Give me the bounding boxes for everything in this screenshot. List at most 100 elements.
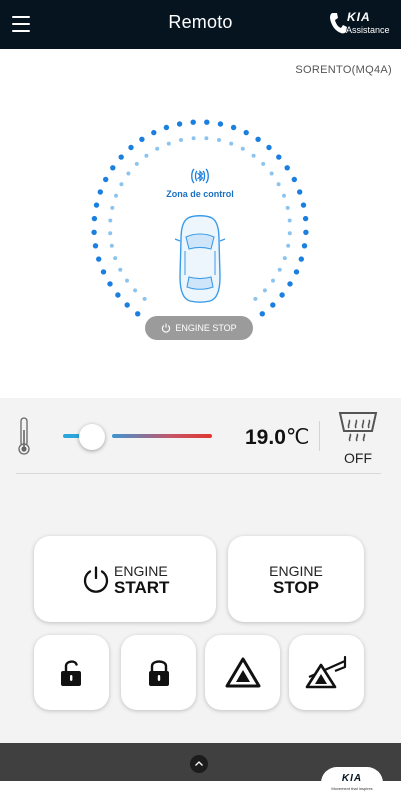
assistance-label: Assistance <box>346 25 390 35</box>
horn-icon <box>305 655 347 689</box>
engine-start-line2: START <box>114 578 170 597</box>
car-topview-icon <box>174 215 226 303</box>
engine-stop-button[interactable]: ENGINE STOP <box>228 536 364 622</box>
zone-dot-outer <box>255 136 261 142</box>
zone-dot-inner <box>126 171 131 176</box>
zone-dot-inner <box>191 136 196 141</box>
zone-dot-outer <box>279 292 285 298</box>
horizontal-divider <box>16 473 381 474</box>
engine-status-text: ENGINE STOP <box>175 323 237 333</box>
zone-dot-inner <box>144 153 149 158</box>
unlock-icon <box>61 660 81 686</box>
zone-dot-outer <box>291 176 297 183</box>
defrost-state: OFF <box>344 450 372 466</box>
zone-dot-outer <box>124 302 130 308</box>
zone-dot-inner <box>166 141 171 146</box>
vertical-divider <box>319 421 320 451</box>
zone-dot-outer <box>135 311 141 317</box>
bluetooth-signal-icon <box>191 168 209 184</box>
zone-dot-outer <box>139 136 145 142</box>
kia-logo-tab: KIA Movement that inspires <box>321 767 383 796</box>
zone-dot-inner <box>114 193 118 198</box>
zone-dot-outer <box>93 202 100 208</box>
temperature-value: 19.0 <box>245 426 286 449</box>
zone-dot-outer <box>91 215 98 222</box>
temperature-unit: ℃ <box>285 426 310 449</box>
kia-logo: KIA <box>341 773 363 784</box>
zone-dot-outer <box>297 189 303 195</box>
zone-dot-inner <box>282 256 287 261</box>
temperature-slider[interactable] <box>60 422 215 450</box>
chevron-up-icon <box>195 761 203 766</box>
zone-dot-outer <box>100 269 107 275</box>
zone-dot-outer <box>301 243 308 249</box>
kia-slogan: Movement that inspires <box>331 786 373 791</box>
zone-dot-inner <box>287 231 292 236</box>
zone-dot-outer <box>204 119 210 125</box>
zone-dot-inner <box>108 218 113 223</box>
control-zone-label: Zona de control <box>166 189 234 199</box>
zone-dot-outer <box>230 124 237 131</box>
zone-dot-outer <box>97 189 104 195</box>
zone-dot-outer <box>107 281 113 287</box>
zone-dot-outer <box>270 302 276 308</box>
zone-dot-inner <box>251 153 256 158</box>
zone-dot-inner <box>240 146 245 151</box>
engine-start-line1: ENGINE <box>114 563 168 579</box>
zone-dot-inner <box>261 161 266 166</box>
zone-dot-outer <box>190 119 196 125</box>
expand-panel-button[interactable] <box>190 755 208 773</box>
zone-dot-outer <box>302 215 309 222</box>
app-header: Remoto KIA Assistance <box>0 0 401 49</box>
horn-and-lights-button[interactable] <box>289 635 364 710</box>
lock-icon <box>149 660 169 686</box>
zone-dot-inner <box>134 161 139 166</box>
zone-dot-outer <box>103 176 109 183</box>
zone-dot-inner <box>204 136 209 141</box>
slider-cold-track <box>63 434 80 438</box>
zone-dot-outer <box>293 269 300 275</box>
zone-dot-outer <box>243 129 249 136</box>
zone-dot-outer <box>276 154 282 160</box>
zone-dot-outer <box>259 311 265 317</box>
zone-dot-inner <box>262 288 267 293</box>
rear-defrost-icon[interactable] <box>336 410 380 442</box>
power-icon <box>83 566 109 593</box>
zone-dot-inner <box>113 256 118 261</box>
zone-dot-inner <box>118 267 123 272</box>
slider-warm-track <box>112 434 212 438</box>
zone-dot-inner <box>217 138 221 142</box>
zone-dot-inner <box>287 218 292 223</box>
kia-assistance-button[interactable]: KIA Assistance <box>329 10 393 40</box>
hazard-icon <box>225 657 261 688</box>
engine-stop-line1: ENGINE <box>269 563 323 579</box>
zone-dot-outer <box>300 202 307 208</box>
engine-start-button[interactable]: ENGINE START <box>34 536 216 622</box>
zone-dot-inner <box>108 231 113 236</box>
engine-stop-line2: STOP <box>273 578 319 597</box>
zone-dot-outer <box>176 121 183 127</box>
zone-dot-inner <box>276 182 281 187</box>
zone-dot-inner <box>133 288 138 293</box>
zone-dot-outer <box>298 256 304 262</box>
lock-button[interactable] <box>121 635 196 710</box>
vehicle-model: SORENTO(MQ4A) <box>295 64 392 76</box>
zone-dot-inner <box>109 243 114 248</box>
zone-dot-outer <box>163 124 170 131</box>
temperature-readout: 19.0℃ <box>245 425 309 450</box>
zone-dot-inner <box>277 267 282 272</box>
kia-brand-text: KIA <box>347 10 371 24</box>
zone-dot-inner <box>229 141 234 146</box>
zone-dot-inner <box>110 205 115 210</box>
zone-dot-inner <box>253 296 258 301</box>
slider-knob[interactable] <box>79 424 106 450</box>
hazard-lights-button[interactable] <box>205 635 280 710</box>
zone-dot-outer <box>287 281 293 287</box>
zone-dot-outer <box>110 165 116 171</box>
zone-dot-outer <box>96 256 102 262</box>
zone-dot-outer <box>151 129 157 136</box>
power-icon <box>162 323 171 333</box>
zone-dot-inner <box>285 205 290 210</box>
zone-dot-inner <box>119 182 124 187</box>
unlock-button[interactable] <box>34 635 109 710</box>
